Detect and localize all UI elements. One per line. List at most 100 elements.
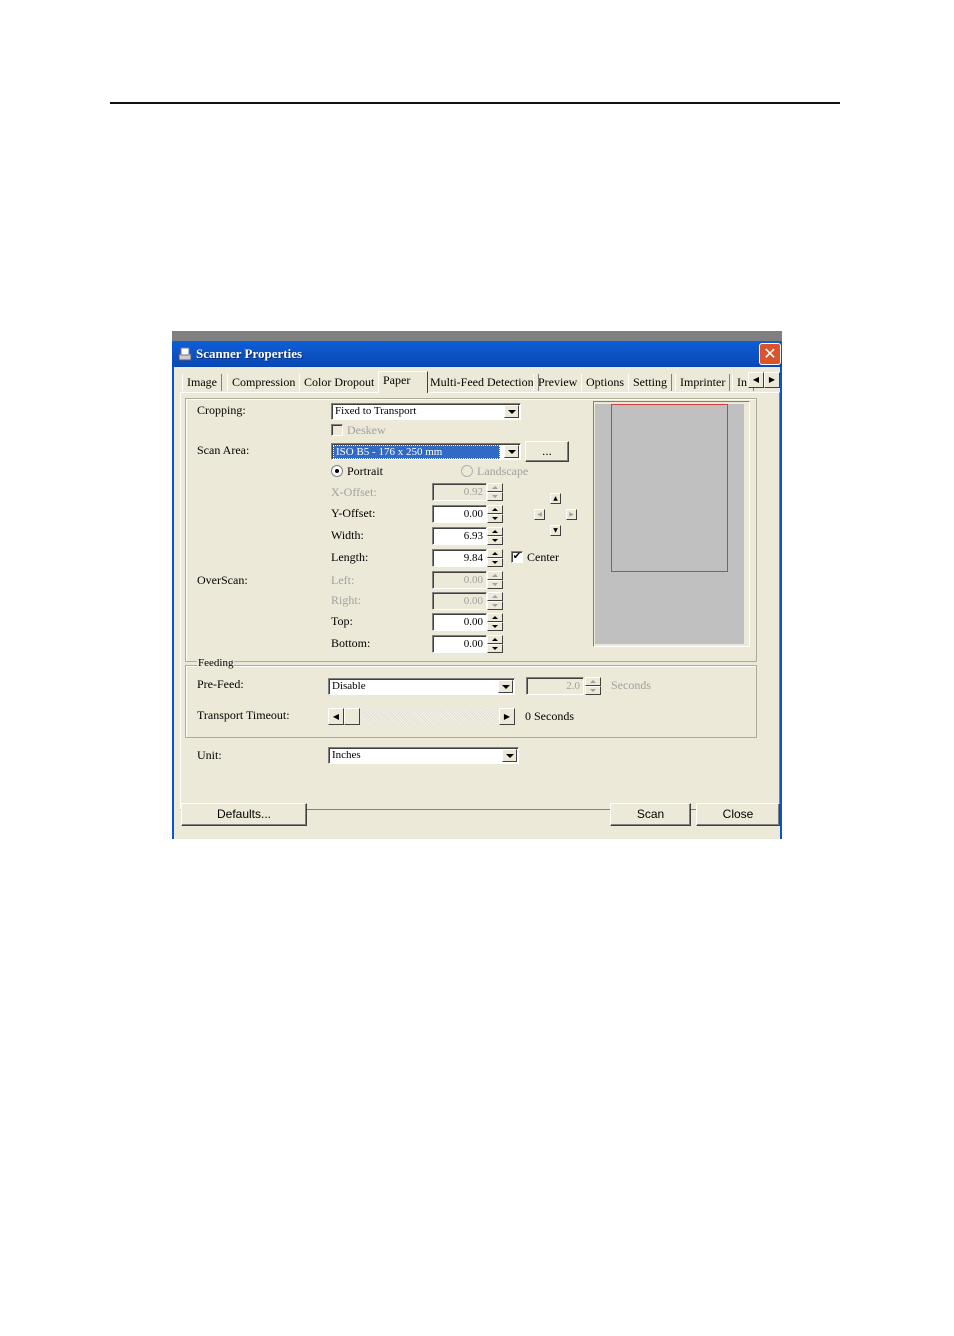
spin-down-icon[interactable] [487, 580, 503, 589]
tab-setting[interactable]: Setting [628, 374, 673, 391]
spin-up-icon[interactable] [487, 613, 503, 622]
spin-up-icon[interactable] [487, 527, 503, 536]
paper-tab-panel: Cropping: Fixed to Transport Deskew Scan… [180, 392, 780, 810]
offset-direction-pad: ▲ ◀ ▶ ▼ [534, 493, 578, 537]
defaults-button[interactable]: Defaults... [181, 803, 307, 826]
center-label: Center [527, 550, 559, 564]
cropping-label: Cropping: [197, 403, 246, 417]
spin-down-icon[interactable] [585, 686, 601, 695]
prefeed-label: Pre-Feed: [197, 677, 244, 691]
spin-up-icon[interactable] [487, 483, 503, 492]
length-spinner[interactable] [487, 549, 503, 567]
spin-up-icon[interactable] [487, 592, 503, 601]
width-spinner[interactable] [487, 527, 503, 545]
landscape-radio[interactable] [461, 465, 473, 477]
prefeed-select[interactable]: Disable [328, 678, 515, 695]
tab-paper[interactable]: Paper [378, 371, 428, 393]
width-input[interactable]: 6.93 [432, 527, 487, 545]
spin-up-icon[interactable] [487, 505, 503, 514]
cropping-select[interactable]: Fixed to Transport [331, 403, 521, 420]
pad-right-button[interactable]: ▶ [566, 509, 577, 520]
spin-up-icon[interactable] [487, 635, 503, 644]
spin-down-icon[interactable] [487, 536, 503, 545]
title-bar[interactable]: Scanner Properties ✕ [172, 341, 782, 367]
overscan-bottom-input[interactable]: 0.00 [432, 635, 487, 653]
center-checkbox[interactable]: ✔ [511, 551, 523, 563]
spin-up-icon[interactable] [487, 571, 503, 580]
portrait-radio[interactable] [331, 465, 343, 477]
overscan-right-spinner[interactable] [487, 592, 503, 610]
tab-color-dropout[interactable]: Color Dropout [299, 374, 380, 391]
tab-image[interactable]: Image [182, 374, 222, 391]
x-offset-input[interactable]: 0.92 [432, 483, 487, 501]
spin-down-icon[interactable] [487, 492, 503, 501]
feeding-group [185, 665, 757, 738]
overscan-bottom-label: Bottom: [331, 636, 371, 650]
spin-up-icon[interactable] [585, 677, 601, 686]
scan-area-more-button[interactable]: ... [525, 441, 569, 462]
dialog-client: Image Compression Color Dropout Paper Mu… [172, 367, 782, 839]
y-offset-spinner[interactable] [487, 505, 503, 523]
close-icon: ✕ [763, 344, 777, 363]
overscan-right-label: Right: [331, 593, 362, 607]
tab-options[interactable]: Options [581, 374, 630, 391]
overscan-top-spinner[interactable] [487, 613, 503, 631]
arrow-left-icon: ◀ [752, 375, 760, 384]
spin-down-icon[interactable] [487, 622, 503, 631]
deskew-label: Deskew [347, 423, 386, 437]
overscan-right-input[interactable]: 0.00 [432, 592, 487, 610]
tab-compression[interactable]: Compression [227, 374, 301, 391]
overscan-left-input[interactable]: 0.00 [432, 571, 487, 589]
scanner-properties-dialog: Scanner Properties ✕ Image Compression C… [172, 331, 782, 839]
x-offset-spinner[interactable] [487, 483, 503, 501]
tab-scroll-left-button[interactable]: ◀ [748, 372, 764, 388]
spin-down-icon[interactable] [487, 514, 503, 523]
pad-left-button[interactable]: ◀ [534, 509, 545, 520]
pad-up-button[interactable]: ▲ [550, 493, 561, 504]
transport-timeout-label: Transport Timeout: [197, 708, 290, 722]
cropping-value: Fixed to Transport [335, 405, 417, 417]
chevron-down-icon[interactable] [502, 749, 517, 762]
spin-down-icon[interactable] [487, 558, 503, 567]
scanner-icon [178, 347, 192, 361]
overscan-top-input[interactable]: 0.00 [432, 613, 487, 631]
spin-down-icon[interactable] [487, 644, 503, 653]
scan-area-rectangle[interactable] [611, 404, 728, 572]
chevron-down-icon[interactable] [504, 445, 519, 458]
width-label: Width: [331, 528, 364, 542]
prefeed-seconds-spinner[interactable] [585, 677, 601, 695]
prefeed-seconds-label: Seconds [611, 678, 651, 692]
overscan-left-spinner[interactable] [487, 571, 503, 589]
unit-value: Inches [332, 749, 361, 761]
window-title: Scanner Properties [196, 346, 303, 361]
chevron-down-icon[interactable] [504, 405, 519, 418]
scan-area-preview [593, 401, 750, 647]
length-input[interactable]: 9.84 [432, 549, 487, 567]
arrow-left-icon[interactable]: ◀ [328, 708, 344, 725]
deskew-checkbox[interactable] [331, 424, 343, 436]
tab-preview[interactable]: Preview [533, 374, 583, 391]
arrow-right-icon[interactable]: ▶ [499, 708, 515, 725]
spin-down-icon[interactable] [487, 601, 503, 610]
tab-multi-feed-detection[interactable]: Multi-Feed Detection [425, 374, 539, 391]
overscan-bottom-spinner[interactable] [487, 635, 503, 653]
y-offset-label: Y-Offset: [331, 506, 376, 520]
scan-area-select[interactable]: ISO B5 - 176 x 250 mm [331, 443, 521, 460]
transport-timeout-slider[interactable]: ◀ ▶ [328, 708, 515, 725]
chevron-down-icon[interactable] [498, 680, 513, 693]
scan-area-value: ISO B5 - 176 x 250 mm [333, 445, 500, 459]
prefeed-seconds-input[interactable]: 2.0 [526, 677, 584, 695]
tab-scroll-right-button[interactable]: ▶ [764, 372, 780, 388]
scan-button[interactable]: Scan [610, 803, 691, 826]
unit-select[interactable]: Inches [328, 747, 519, 764]
prefeed-value: Disable [332, 680, 366, 692]
transport-timeout-value: 0 Seconds [525, 709, 574, 723]
length-label: Length: [331, 550, 369, 564]
close-window-button[interactable]: ✕ [759, 343, 781, 365]
y-offset-input[interactable]: 0.00 [432, 505, 487, 523]
slider-thumb[interactable] [344, 708, 360, 725]
spin-up-icon[interactable] [487, 549, 503, 558]
pad-down-button[interactable]: ▼ [550, 525, 561, 536]
close-button[interactable]: Close [696, 803, 780, 826]
tab-imprinter[interactable]: Imprinter [675, 374, 731, 391]
